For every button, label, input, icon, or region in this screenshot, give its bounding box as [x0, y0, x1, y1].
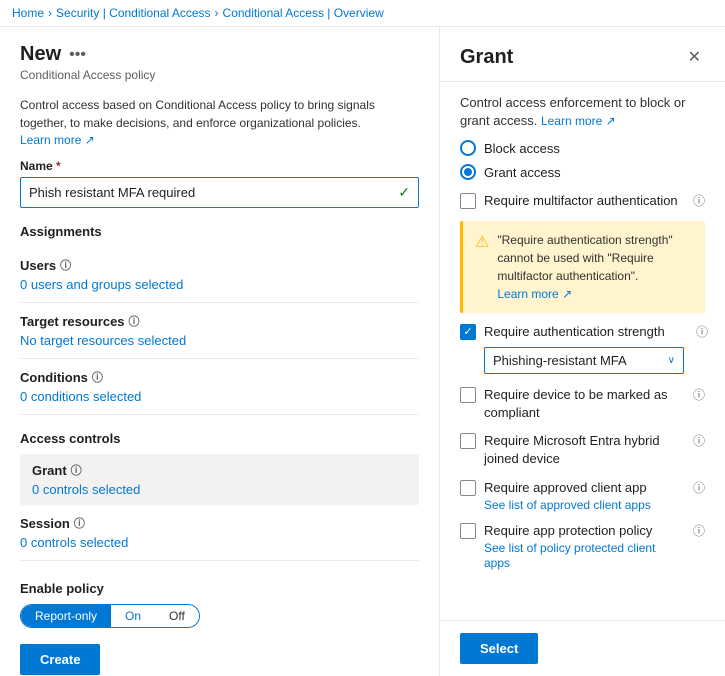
users-label: Users ⓘ — [20, 257, 419, 273]
breadcrumb: Home › Security | Conditional Access › C… — [0, 0, 725, 27]
target-resources-info-icon[interactable]: ⓘ — [129, 313, 140, 329]
target-resources-label: Target resources ⓘ — [20, 313, 419, 329]
toggle-on[interactable]: On — [111, 605, 155, 627]
require-compliant-item: Require device to be marked as compliant… — [460, 386, 705, 422]
require-entra-label: Require Microsoft Entra hybrid joined de… — [484, 432, 681, 468]
right-panel: Grant ✕ Control access enforcement to bl… — [440, 27, 725, 676]
require-mfa-item: Require multifactor authentication ⓘ — [460, 192, 705, 210]
require-mfa-info-icon[interactable]: ⓘ — [693, 192, 705, 209]
page-title: New — [20, 43, 61, 66]
require-entra-checkbox[interactable] — [460, 433, 476, 449]
require-compliant-checkbox[interactable] — [460, 387, 476, 403]
users-value[interactable]: 0 users and groups selected — [20, 277, 419, 292]
require-approved-app-info-icon[interactable]: ⓘ — [693, 479, 705, 496]
grant-controls-list: Require multifactor authentication ⓘ ⚠ "… — [460, 192, 705, 570]
users-info-icon[interactable]: ⓘ — [60, 257, 71, 273]
grant-external-link-icon: ↗ — [606, 114, 616, 128]
conditions-info-icon[interactable]: ⓘ — [92, 369, 103, 385]
warning-text: "Require authentication strength" cannot… — [497, 233, 672, 283]
toggle-off[interactable]: Off — [155, 605, 199, 627]
close-button[interactable]: ✕ — [684, 43, 705, 71]
grant-value[interactable]: 0 controls selected — [32, 482, 407, 497]
right-panel-header: Grant ✕ — [440, 27, 725, 82]
auth-strength-dropdown[interactable]: Phishing-resistant MFA ∨ — [484, 347, 684, 374]
require-entra-item: Require Microsoft Entra hybrid joined de… — [460, 432, 705, 468]
right-panel-title: Grant — [460, 46, 513, 69]
create-button[interactable]: Create — [20, 644, 100, 675]
description-text: Control access based on Conditional Acce… — [20, 96, 419, 132]
more-options-icon[interactable]: ••• — [69, 46, 86, 64]
require-auth-strength-item: Require authentication strength Phishing… — [460, 323, 705, 376]
breadcrumb-home[interactable]: Home — [12, 6, 44, 20]
access-controls-section: Access controls Grant ⓘ 0 controls selec… — [20, 431, 419, 561]
page-subtitle: Conditional Access policy — [20, 68, 419, 82]
breadcrumb-overview[interactable]: Conditional Access | Overview — [223, 6, 384, 20]
grant-access-label: Grant access — [484, 165, 561, 180]
conditions-value[interactable]: 0 conditions selected — [20, 389, 419, 404]
grant-access-radio-button[interactable] — [460, 164, 476, 180]
breadcrumb-security[interactable]: Security | Conditional Access — [56, 6, 211, 20]
require-compliant-info-icon[interactable]: ⓘ — [693, 386, 705, 403]
access-type-radio-group: Block access Grant access — [460, 140, 705, 180]
enable-policy-label: Enable policy — [20, 581, 419, 596]
session-value[interactable]: 0 controls selected — [20, 535, 419, 550]
conditions-assignment: Conditions ⓘ 0 conditions selected — [20, 359, 419, 415]
learn-more-link[interactable]: Learn more ↗ — [20, 133, 95, 147]
grant-learn-more[interactable]: Learn more ↗ — [541, 114, 616, 128]
warning-icon: ⚠ — [475, 231, 489, 303]
access-controls-label: Access controls — [20, 431, 419, 446]
require-auth-strength-label: Require authentication strength — [484, 324, 665, 339]
name-input[interactable]: Phish resistant MFA required ✓ — [20, 177, 419, 208]
approved-apps-link[interactable]: See list of approved client apps — [484, 498, 651, 512]
require-app-protection-checkbox[interactable] — [460, 523, 476, 539]
grant-row[interactable]: Grant ⓘ 0 controls selected — [20, 454, 419, 505]
session-label: Session ⓘ — [20, 515, 419, 531]
policy-toggle-group[interactable]: Report-only On Off — [20, 604, 200, 628]
app-protection-link[interactable]: See list of policy protected client apps — [484, 541, 655, 570]
name-field-group: Name * Phish resistant MFA required ✓ — [20, 159, 419, 208]
assignments-section: Assignments Users ⓘ 0 users and groups s… — [20, 224, 419, 415]
grant-label: Grant ⓘ — [32, 462, 407, 478]
assignments-label: Assignments — [20, 224, 419, 239]
require-app-protection-item: Require app protection policy See list o… — [460, 522, 705, 570]
auth-strength-value: Phishing-resistant MFA — [493, 353, 627, 368]
left-panel: New ••• Conditional Access policy Contro… — [0, 27, 440, 676]
warning-external-link-icon: ↗ — [562, 287, 572, 301]
require-approved-app-checkbox[interactable] — [460, 480, 476, 496]
require-entra-info-icon[interactable]: ⓘ — [693, 432, 705, 449]
enable-policy-section: Enable policy Report-only On Off — [20, 581, 419, 628]
block-access-label: Block access — [484, 141, 560, 156]
session-info-icon[interactable]: ⓘ — [74, 515, 85, 531]
users-assignment: Users ⓘ 0 users and groups selected — [20, 247, 419, 303]
right-panel-content: Control access enforcement to block or g… — [440, 82, 725, 620]
require-mfa-checkbox[interactable] — [460, 193, 476, 209]
right-panel-footer: Select — [440, 620, 725, 676]
dropdown-chevron-icon: ∨ — [668, 355, 675, 366]
conditions-label: Conditions ⓘ — [20, 369, 419, 385]
warning-learn-more[interactable]: Learn more ↗ — [497, 287, 572, 301]
toggle-report-only[interactable]: Report-only — [21, 605, 111, 627]
require-approved-app-item: Require approved client app See list of … — [460, 479, 705, 512]
target-resources-assignment: Target resources ⓘ No target resources s… — [20, 303, 419, 359]
session-assignment: Session ⓘ 0 controls selected — [20, 505, 419, 561]
require-compliant-label: Require device to be marked as compliant — [484, 386, 681, 422]
grant-access-radio[interactable]: Grant access — [460, 164, 705, 180]
block-access-radio[interactable]: Block access — [460, 140, 705, 156]
external-link-icon: ↗ — [85, 133, 95, 147]
check-icon: ✓ — [398, 184, 410, 201]
grant-description: Control access enforcement to block or g… — [460, 94, 705, 130]
require-app-protection-info-icon[interactable]: ⓘ — [693, 522, 705, 539]
require-approved-app-label: Require approved client app — [484, 480, 647, 495]
require-mfa-label: Require multifactor authentication — [484, 192, 681, 210]
require-auth-strength-info-icon[interactable]: ⓘ — [696, 323, 708, 340]
require-app-protection-label: Require app protection policy — [484, 523, 652, 538]
block-access-radio-button[interactable] — [460, 140, 476, 156]
select-button[interactable]: Select — [460, 633, 538, 664]
require-auth-strength-checkbox[interactable] — [460, 324, 476, 340]
name-label: Name * — [20, 159, 419, 173]
warning-box: ⚠ "Require authentication strength" cann… — [460, 221, 705, 313]
grant-info-icon[interactable]: ⓘ — [71, 462, 82, 478]
target-resources-value[interactable]: No target resources selected — [20, 333, 419, 348]
